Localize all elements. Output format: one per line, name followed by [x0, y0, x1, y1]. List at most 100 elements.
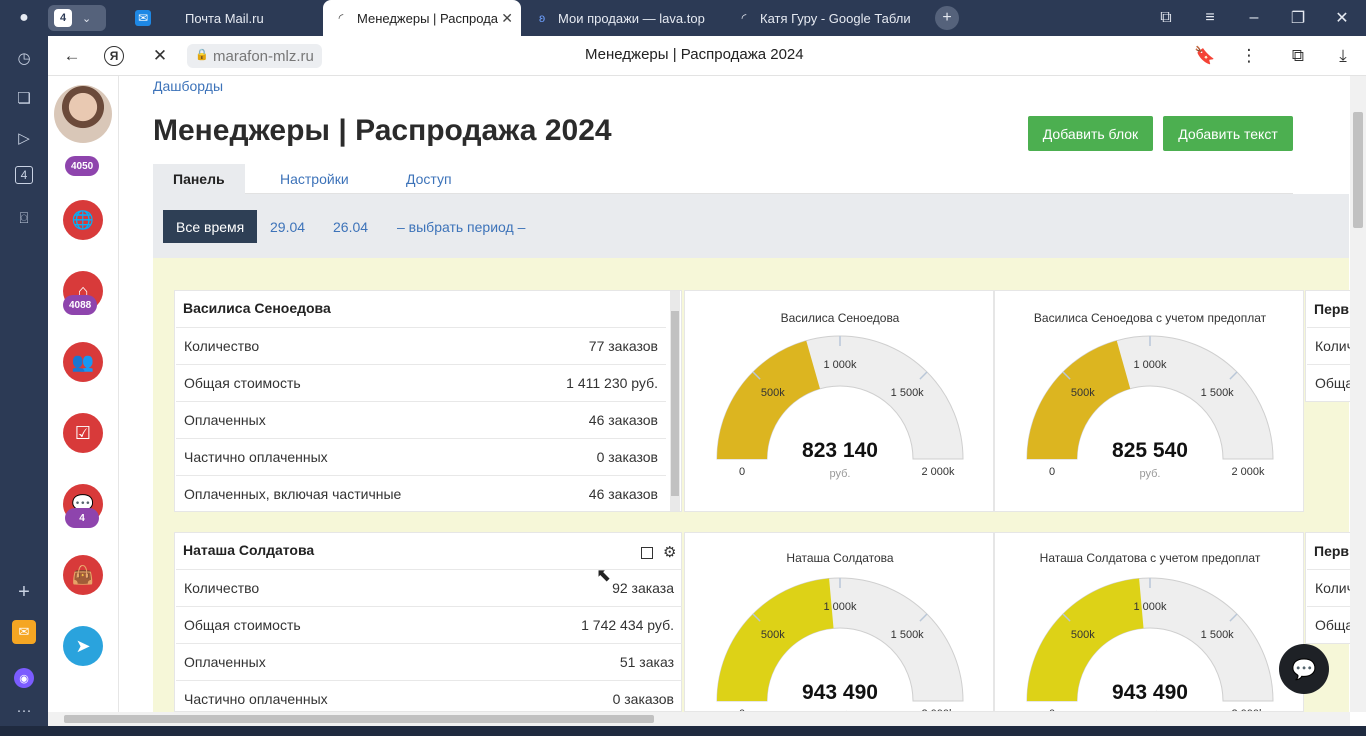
expand-icon[interactable] [641, 547, 653, 559]
page-vertical-scrollbar[interactable] [1350, 76, 1366, 712]
avatar[interactable] [54, 85, 112, 143]
gauge-tick-label: 1 000k [1133, 359, 1167, 371]
badge-count: 4 [65, 508, 99, 528]
address-page-title[interactable]: Менеджеры | Распродажа 2024 [585, 46, 804, 63]
tab-collections-icon[interactable]: ⧉ [1154, 6, 1178, 30]
add-icon[interactable]: + [12, 580, 36, 604]
stats-table-card: Наташа Солдатова ⚙ Количество 92 заказа О… [174, 532, 682, 712]
row-label: Частично оплаченных [184, 691, 328, 707]
table-row: Общая стоимость 1 742 434 руб. [176, 606, 682, 643]
table-row: Общая стоимость 1 411 230 руб. [176, 364, 666, 401]
globe-icon[interactable]: 🌐 [63, 200, 103, 240]
row-label: Общая стоимость [184, 375, 301, 391]
filter-choose-period[interactable]: – выбрать период – [397, 210, 525, 243]
gauge-tick-label: 1 500k [1201, 629, 1235, 641]
table-row: Обща [1307, 606, 1350, 643]
gauge-tick-label: 500k [761, 629, 785, 641]
row-value: 0 заказов [596, 449, 658, 465]
tab-label: Почта Mail.ru [185, 10, 264, 26]
back-icon[interactable]: ← [60, 44, 84, 68]
row-label: Общая стоимость [184, 617, 301, 633]
more-options-icon[interactable]: ⋮ [1237, 44, 1261, 68]
shop-icon[interactable]: 👜 [63, 555, 103, 595]
alice-icon[interactable]: ◉ [14, 668, 34, 688]
users-icon[interactable]: 👥 [63, 342, 103, 382]
extensions-icon[interactable]: ⧉ [1286, 44, 1310, 68]
row-value: 1 742 434 руб. [581, 617, 674, 633]
tab-mail[interactable]: ✉ Почта Mail.ru [125, 2, 320, 34]
row-label: Количество [184, 580, 260, 596]
tab-panel[interactable]: Панель [153, 164, 245, 194]
filter-all-time[interactable]: Все время [163, 210, 258, 243]
gauge-tick-label: 500k [1071, 629, 1095, 641]
url-domain[interactable]: 🔒 marafon-mlz.ru [187, 44, 322, 68]
collections-icon[interactable]: ❏ [12, 86, 36, 110]
badge-count: 4050 [65, 156, 100, 176]
close-icon[interactable]: ✕ [501, 10, 513, 27]
gauge-unit: руб. [830, 468, 851, 480]
breadcrumb[interactable]: Дашборды [153, 78, 223, 94]
new-tab-button[interactable]: + [935, 6, 959, 30]
more-icon[interactable]: ··· [12, 698, 36, 722]
browser-tab-bar: ● 4 ⌄ ✉ Почта Mail.ru ◜ Менеджеры | Расп… [0, 0, 1366, 36]
add-text-button[interactable]: Добавить текст [1163, 116, 1293, 151]
card-scrollbar[interactable] [670, 291, 680, 511]
manager-name: Наташа Солдатова [183, 542, 315, 558]
stop-icon[interactable]: ✕ [148, 44, 172, 68]
gauge-card: Наташа Солдатова 0500k1 000k1 500k2 000k… [684, 532, 994, 712]
tab-settings[interactable]: Настройки [260, 164, 369, 194]
filter-date-2[interactable]: 26.04 [333, 210, 368, 243]
download-icon[interactable]: ⤓ [1331, 44, 1355, 68]
row-label: Количество [184, 338, 260, 354]
mail-icon: ✉ [135, 10, 151, 26]
chat-widget-button[interactable]: 💬 [1279, 644, 1329, 694]
add-block-button[interactable]: Добавить блок [1028, 116, 1153, 151]
mail-app-icon[interactable]: ✉ [12, 620, 36, 644]
tab-number-icon[interactable]: 4 [15, 166, 33, 184]
row-label: Оплаченных [184, 654, 266, 670]
gauge-value: 943 490 [1112, 681, 1188, 704]
gauge-chart: 0 500k 1 000k 1 500k 2 000k 825 540 руб. [1026, 335, 1274, 480]
tab-access[interactable]: Доступ [386, 164, 472, 194]
tab-sheets[interactable]: ◜ Катя Гуру - Google Табли [726, 2, 916, 34]
tab-managers[interactable]: ◜ Менеджеры | Распрода ✕ [323, 0, 521, 36]
side-card: Перв Колич Обща [1305, 290, 1351, 402]
row-label: Обща [1315, 375, 1351, 391]
gauge-tick-label: 0 [1049, 466, 1055, 478]
manager-name: Василиса Сеноедова [183, 300, 331, 316]
table-row: Оплаченных, включая частичные 46 заказов [176, 475, 666, 512]
restore-icon[interactable]: ❐ [1286, 6, 1310, 30]
row-label: Частично оплаченных [184, 449, 328, 465]
table-row: Колич [1307, 569, 1350, 606]
bookmark-icon[interactable]: 🔖 [1193, 44, 1217, 68]
page-horizontal-scrollbar[interactable] [48, 712, 1350, 726]
tasks-icon[interactable]: ☑ [63, 413, 103, 453]
video-icon[interactable]: ▷ [12, 126, 36, 150]
history-icon[interactable]: ◷ [12, 46, 36, 70]
gauge-tick-label: 1 000k [1133, 601, 1167, 613]
tab-label: Катя Гуру - Google Табли [760, 10, 911, 26]
table-row: Оплаченных 46 заказов [176, 401, 666, 438]
row-label: Оплаченных, включая частичные [184, 486, 402, 502]
tab-lava[interactable]: ʚ Мои продажи — lava.top [524, 2, 722, 34]
telegram-icon[interactable]: ➤ [63, 626, 103, 666]
gauge-tick-label: 2 000k [1231, 466, 1265, 478]
gauge-tick-label: 1 500k [1201, 387, 1235, 399]
gauge-card: Василиса Сеноедова с учетом предоплат 05… [994, 290, 1304, 512]
yandex-icon[interactable]: Я [104, 46, 124, 66]
gauge-tick-label: 1 000k [823, 601, 857, 613]
row-value: 0 заказов [612, 691, 674, 707]
chevron-down-icon: ⌄ [82, 12, 92, 25]
tab-counter-button[interactable]: 4 ⌄ [48, 5, 106, 31]
screenshot-icon[interactable]: ⌼ [12, 206, 36, 230]
filter-date-1[interactable]: 29.04 [270, 210, 305, 243]
minimize-icon[interactable]: – [1242, 6, 1266, 30]
loading-icon: ◜ [338, 11, 344, 25]
menu-icon[interactable]: ≡ [1198, 6, 1222, 30]
gauge-card: Наташа Солдатова с учетом предоплат 0500… [994, 532, 1304, 712]
close-window-icon[interactable]: ✕ [1330, 6, 1354, 30]
profile-icon[interactable]: ● [12, 6, 36, 30]
loading-icon: ◜ [741, 11, 747, 25]
lava-icon: ʚ [538, 11, 546, 25]
gear-icon[interactable]: ⚙ [663, 543, 676, 561]
